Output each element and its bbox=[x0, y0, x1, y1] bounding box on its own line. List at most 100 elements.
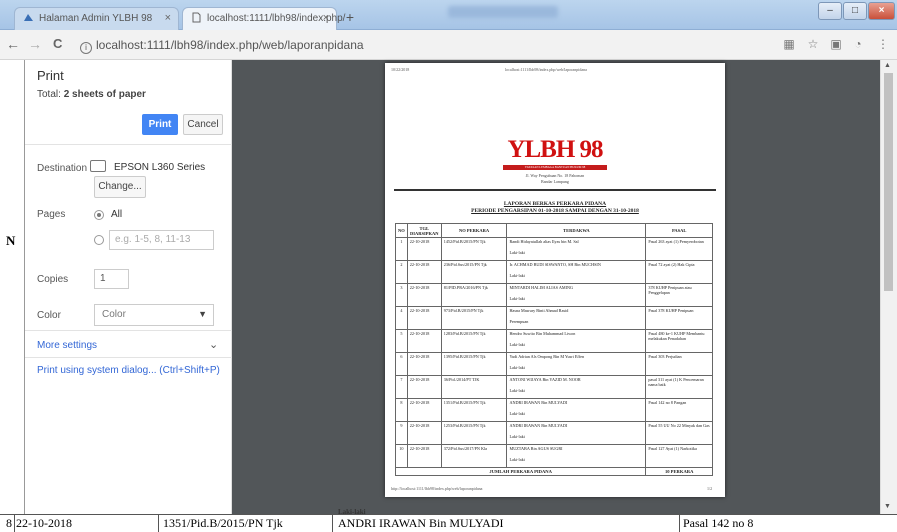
row-perkara: 1395/Pid.B/2015/PN Tjk bbox=[440, 352, 508, 376]
row-terdakwa-cell: MINTARDI HALIM ALIAS AMING Laki-laki bbox=[506, 283, 647, 307]
reload-icon[interactable]: C bbox=[53, 36, 62, 51]
row-perkara: 1283/Pid.B/2015/PN Tjk bbox=[440, 329, 508, 353]
row-terdakwa: Hendro Suwito Bin Muhammad Liwon bbox=[509, 331, 576, 336]
browser-toolbar: ← → C i localhost:1111/lbh98/index.php/we… bbox=[0, 30, 897, 60]
pages-range-input[interactable]: e.g. 1-5, 8, 11-13 bbox=[109, 230, 214, 250]
row-no: 7 bbox=[395, 375, 408, 399]
print-settings-panel: Print Total: 2 sheets of paper Print Can… bbox=[25, 60, 232, 514]
tab-admin[interactable]: Halaman Admin YLBH 98 × bbox=[14, 7, 179, 30]
bg-row-no: 8 bbox=[6, 516, 12, 530]
tab-admin-label: Halaman Admin YLBH 98 bbox=[39, 13, 153, 24]
row-terdakwa-cell: Hasna Masrury Binti Ahmad Rasid Perempuan bbox=[506, 306, 647, 330]
page-header-url: localhost:1111/lbh98/index.php/web/lapor… bbox=[505, 67, 587, 72]
table-row: 8 22-10-2018 1351/Pid.B/2015/PN Tjk ANDRI I… bbox=[395, 398, 713, 422]
star-icon[interactable]: ☆ bbox=[806, 37, 820, 51]
address-line-1: Jl. Way Pengubuan No. 18 Pahoman bbox=[525, 173, 585, 178]
row-terdakwa: ANDRI IRAWAN Bin MULYADI bbox=[509, 400, 568, 405]
maximize-button[interactable]: □ bbox=[843, 2, 867, 20]
row-perkara: 1253/Pid.B/2015/PN Tjk bbox=[440, 421, 508, 445]
row-date: 22-10-2018 bbox=[406, 444, 442, 468]
color-label: Color bbox=[37, 310, 61, 321]
window-title-blur bbox=[448, 6, 558, 18]
translate-icon[interactable]: ▦ bbox=[782, 37, 796, 51]
row-perkara: 236/Pid.Sus/2015/PN Tjk bbox=[440, 260, 508, 284]
background-page: N bbox=[0, 60, 25, 531]
row-terdakwa: ANTONI WIJAYA Bin YAZID M. NOOR bbox=[509, 377, 581, 382]
change-destination-button[interactable]: Change... bbox=[94, 176, 146, 198]
address-bar[interactable]: i localhost:1111/lbh98/index.php/web/lapo… bbox=[80, 35, 620, 55]
table-row: 6 22-10-2018 1395/Pid.B/2015/PN Tjk Yudi Ad… bbox=[395, 352, 713, 376]
pages-all-radio[interactable] bbox=[94, 210, 104, 220]
total-value: 10 PERKARA bbox=[645, 467, 713, 476]
forward-icon[interactable]: → bbox=[28, 36, 42, 52]
extension2-icon[interactable]: ◔ bbox=[851, 37, 865, 51]
scrollbar-thumb[interactable] bbox=[884, 73, 893, 291]
divider bbox=[25, 144, 232, 145]
preview-page: 10/22/2018 localhost:1111/lbh98/index.ph… bbox=[385, 63, 725, 497]
row-terdakwa-cell: Randi Hidayatullah alias Ilyas bin M. Sa… bbox=[506, 237, 647, 261]
more-settings-link[interactable]: More settings bbox=[37, 340, 97, 351]
report-period: PERIODE PENGARSIPAN 01-10-2018 SAMPAI DE… bbox=[471, 208, 639, 214]
row-gender: Laki-laki bbox=[509, 457, 525, 462]
row-pasal: Pasal 378 KUHP Penipuan bbox=[645, 306, 713, 330]
close-window-button[interactable]: × bbox=[868, 2, 895, 20]
row-terdakwa: ANDRI IRAWAN Bin MULYADI bbox=[509, 423, 568, 428]
extension-icon[interactable]: ▣ bbox=[829, 37, 843, 51]
row-gender: Laki-laki bbox=[509, 434, 525, 439]
cancel-button[interactable]: Cancel bbox=[183, 114, 223, 135]
destination-label: Destination bbox=[37, 163, 88, 174]
new-tab-button[interactable]: + bbox=[340, 8, 360, 26]
row-terdakwa-cell: ANDRI IRAWAN Bin MULYADI Laki-laki bbox=[506, 421, 647, 445]
row-pasal: Pasal 303 Perjudian bbox=[645, 352, 713, 376]
scroll-up-arrow-icon[interactable]: ▲ bbox=[884, 62, 891, 69]
back-icon[interactable]: ← bbox=[6, 36, 20, 52]
row-terdakwa-cell: ANTONI WIJAYA Bin YAZID M. NOOR Laki-laki bbox=[506, 375, 647, 399]
site-favicon-icon bbox=[23, 12, 34, 23]
tab-laporan-close-icon[interactable]: × bbox=[323, 12, 329, 24]
pages-all-label: All bbox=[111, 209, 123, 220]
chevron-down-icon[interactable]: ⌄ bbox=[209, 338, 218, 351]
info-icon[interactable]: i bbox=[80, 42, 92, 54]
scroll-down-arrow-icon[interactable]: ▼ bbox=[884, 503, 891, 510]
row-pasal: Pasal 127 Ayat (1) Narkotika bbox=[645, 444, 713, 468]
tab-laporan[interactable]: localhost:1111/lbh98/index.php/ × bbox=[182, 7, 345, 30]
row-date: 22-10-2018 bbox=[406, 283, 442, 307]
color-select-value: Color bbox=[102, 309, 126, 320]
bg-row-perkara: 1351/Pid.B/2015/PN Tjk bbox=[163, 516, 283, 530]
total-label: JUMLAH PERKARA PIDANA bbox=[394, 467, 647, 476]
copies-input[interactable]: 1 bbox=[94, 269, 129, 289]
background-table-row: 8 22-10-2018 1351/Pid.B/2015/PN Tjk Laki… bbox=[0, 508, 897, 532]
tab-admin-close-icon[interactable]: × bbox=[165, 12, 171, 24]
printer-icon bbox=[90, 160, 106, 172]
row-pasal: Pasal 55 UU No 22 Minyak dan Gas bbox=[645, 421, 713, 445]
print-button[interactable]: Print bbox=[142, 114, 178, 135]
table-row: 3 22-10-2018 81/PID.PRA/2016/PN Tjk MINTARD… bbox=[395, 283, 713, 307]
column-header: PASAL bbox=[645, 223, 713, 238]
row-perkara: 1452/Pid.B/2015/PN Tjk bbox=[440, 237, 508, 261]
row-gender: Laki-laki bbox=[509, 273, 525, 278]
ylbh-logo: YLBH 98 bbox=[507, 136, 603, 163]
menu-icon[interactable]: ⋮ bbox=[876, 37, 890, 51]
row-perkara: 36/Pid./2014/PT TJK bbox=[440, 375, 508, 399]
minimize-button[interactable]: – bbox=[818, 2, 842, 20]
system-dialog-link[interactable]: Print using system dialog... (Ctrl+Shift… bbox=[37, 365, 220, 376]
row-date: 22-10-2018 bbox=[406, 306, 442, 330]
column-header: TERDAKWA bbox=[506, 223, 647, 238]
row-terdakwa: Hasna Masrury Binti Ahmad Rasid bbox=[509, 308, 569, 313]
row-pasal: pasal 311 ayat (1) K Pencemaran nama bai… bbox=[645, 375, 713, 399]
row-gender: Laki-laki bbox=[509, 365, 525, 370]
row-date: 22-10-2018 bbox=[406, 260, 442, 284]
row-pasal: Pasal 142 no 8 Pangan bbox=[645, 398, 713, 422]
row-no: 2 bbox=[395, 260, 408, 284]
row-terdakwa-cell: Hendro Suwito Bin Muhammad Liwon Laki-lak… bbox=[506, 329, 647, 353]
color-select[interactable]: Color ▼ bbox=[94, 304, 214, 326]
row-gender: Laki-laki bbox=[509, 296, 525, 301]
row-no: 10 bbox=[395, 444, 408, 468]
table-total-row: JUMLAH PERKARA PIDANA 10 PERKARA bbox=[394, 467, 713, 476]
row-perkara: 1351/Pid.B/2015/PN Tjk bbox=[440, 398, 508, 422]
table-row: 1 22-10-2018 1452/Pid.B/2015/PN Tjk Randi H… bbox=[395, 237, 713, 261]
pages-custom-radio[interactable] bbox=[94, 235, 104, 245]
row-terdakwa: Yudi Adrian Als Ompong Bin M Yusri Effen bbox=[509, 354, 585, 359]
row-no: 1 bbox=[395, 237, 408, 261]
print-total-value: 2 sheets of paper bbox=[63, 89, 146, 100]
